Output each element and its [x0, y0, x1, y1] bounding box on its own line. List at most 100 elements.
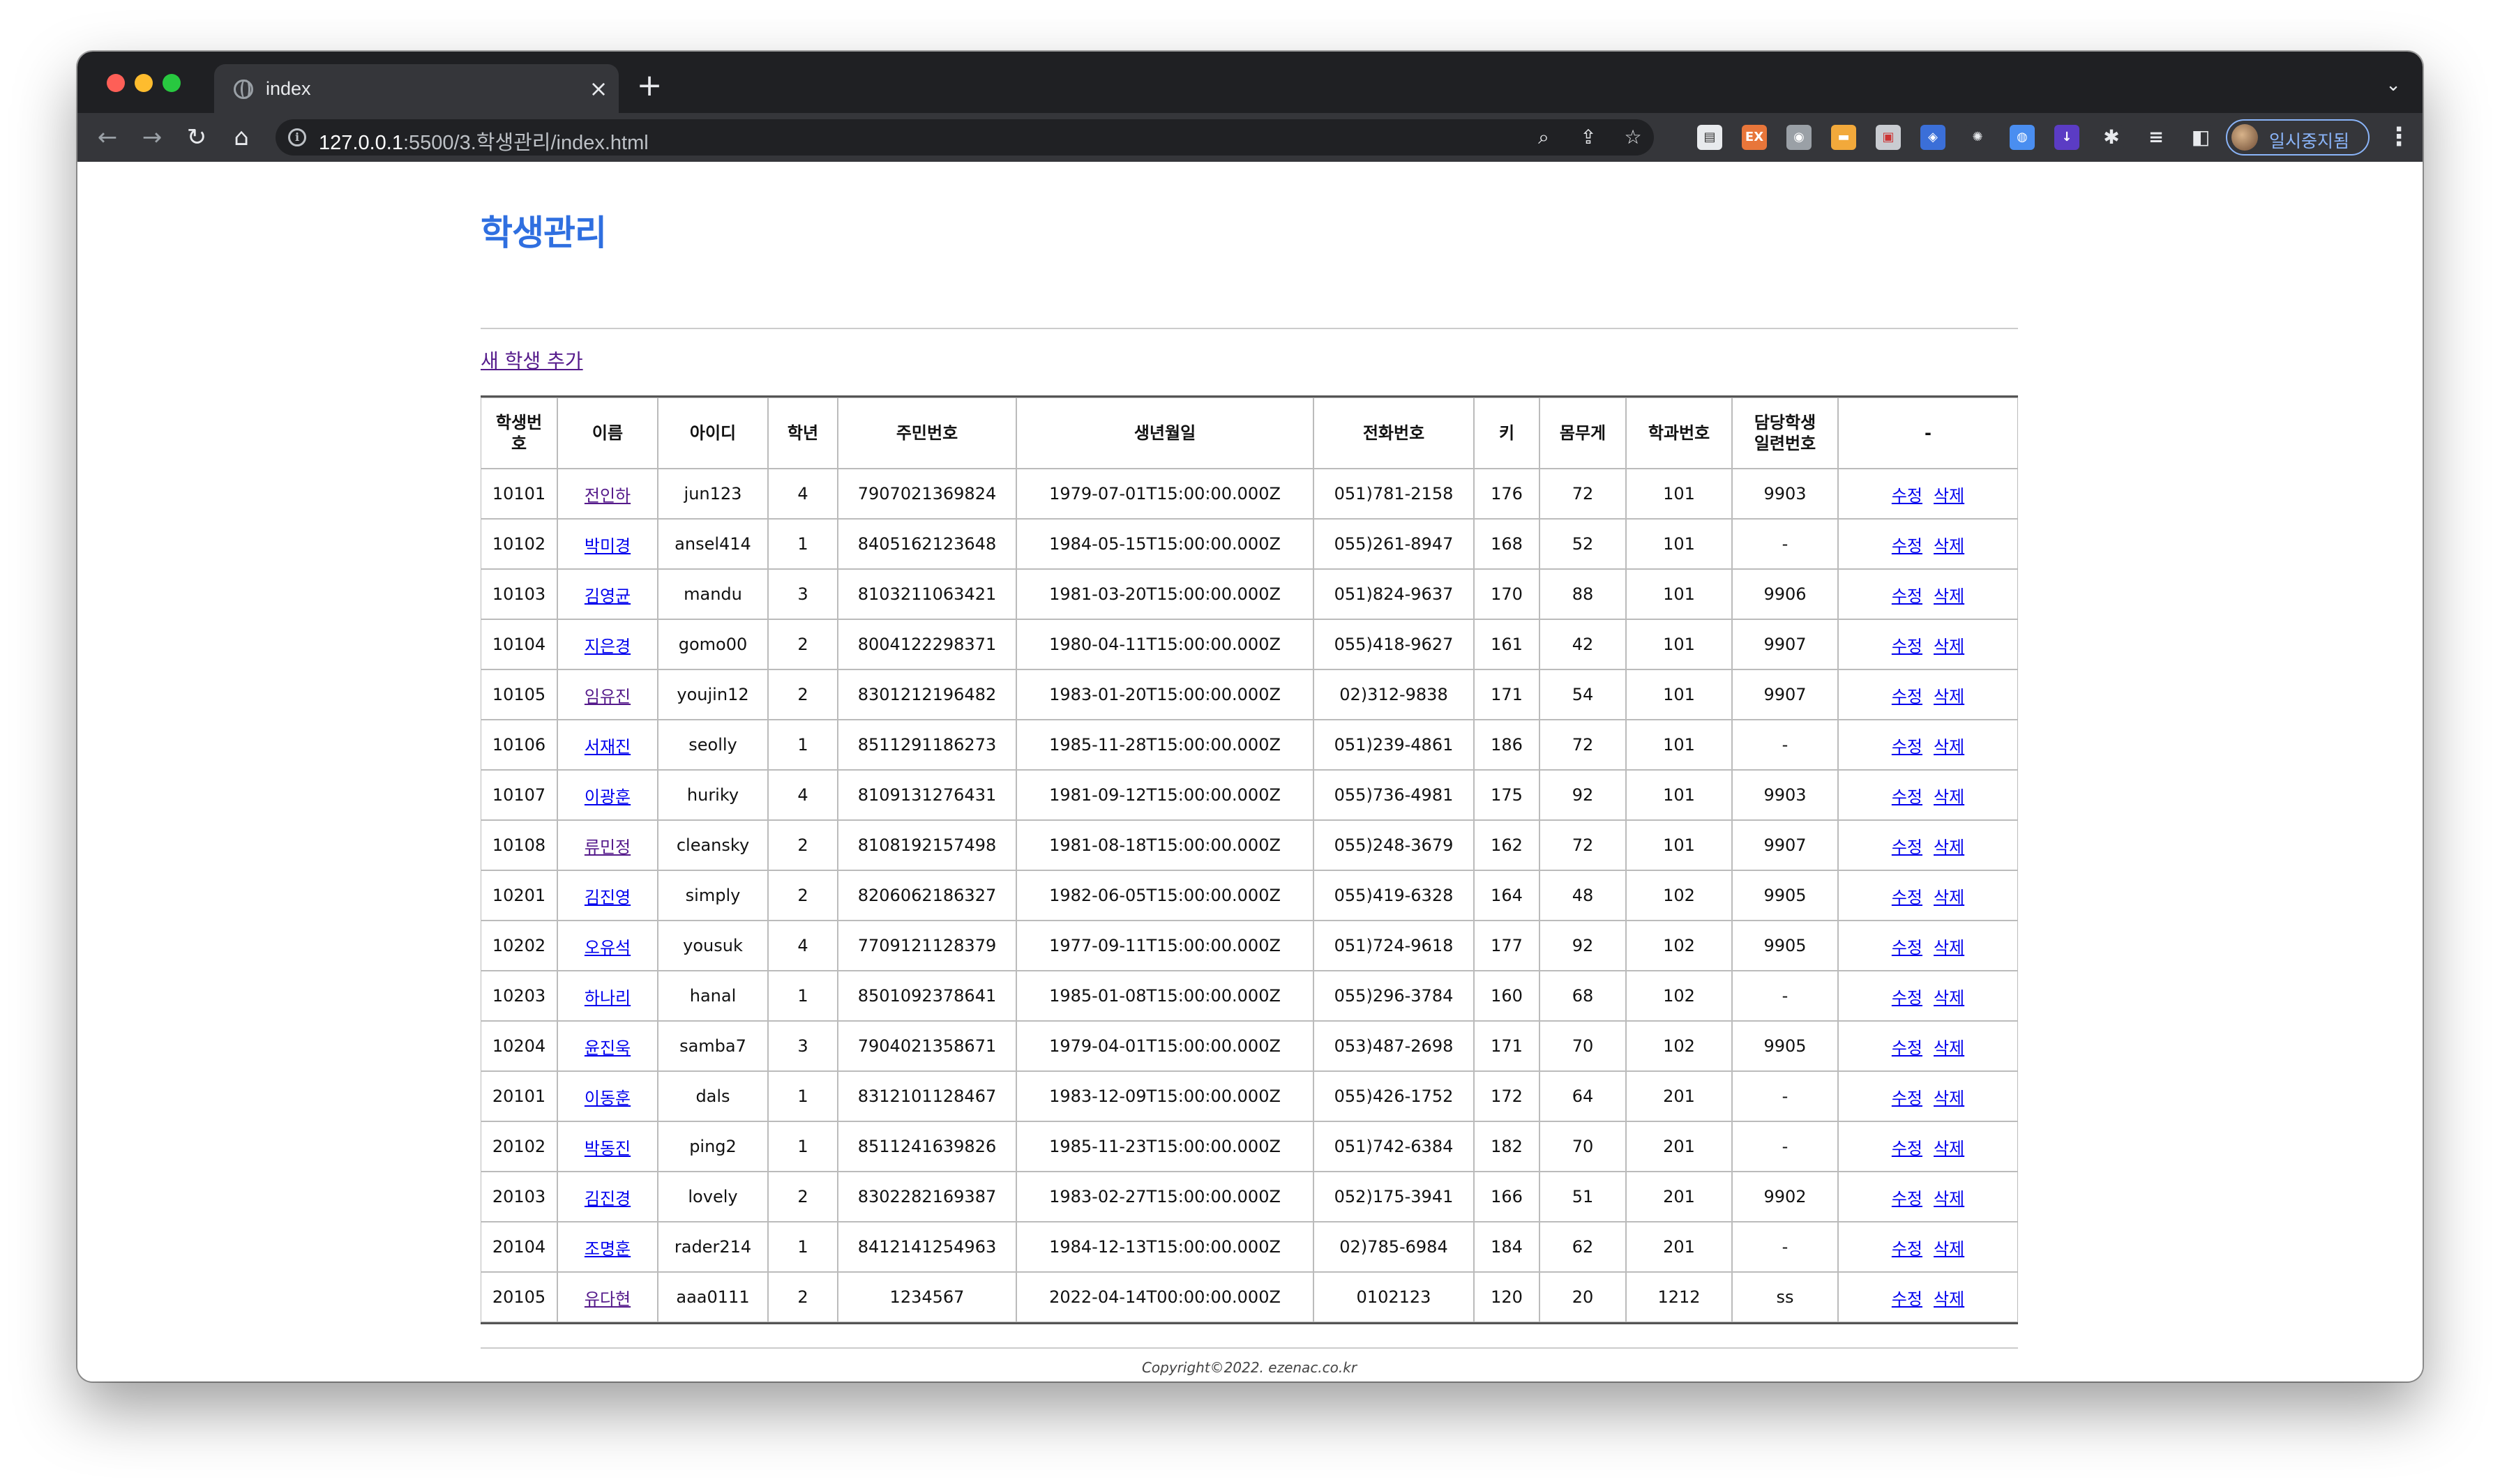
edit-link[interactable]: 수정 [1892, 1289, 1922, 1309]
tab-strip: index × + ⌄ [77, 52, 2423, 113]
extension-icon[interactable]: ▣ [1876, 125, 1901, 150]
edit-link[interactable]: 수정 [1892, 486, 1922, 506]
delete-link[interactable]: 삭제 [1934, 486, 1964, 506]
back-arrow-icon[interactable]: ← [91, 121, 123, 153]
table-cell: 8004122298371 [838, 619, 1016, 669]
extension-icon[interactable]: ◍ [2010, 125, 2035, 150]
edit-link[interactable]: 수정 [1892, 687, 1922, 706]
home-icon[interactable]: ⌂ [225, 121, 257, 153]
student-name-link[interactable]: 박미경 [585, 536, 631, 556]
edit-link[interactable]: 수정 [1892, 1139, 1922, 1158]
student-name-link[interactable]: 오유석 [585, 938, 631, 957]
student-name-link[interactable]: 유다현 [585, 1289, 631, 1309]
student-name-link[interactable]: 류민정 [585, 838, 631, 857]
edit-link[interactable]: 수정 [1892, 988, 1922, 1008]
star-icon[interactable]: ☆ [1620, 125, 1646, 150]
delete-link[interactable]: 삭제 [1934, 938, 1964, 957]
table-cell: 8312101128467 [838, 1071, 1016, 1121]
extension-icon[interactable]: ◈ [1920, 125, 1945, 150]
delete-link[interactable]: 삭제 [1934, 1139, 1964, 1158]
menu-icon[interactable]: ⋮ [2386, 121, 2411, 153]
delete-link[interactable]: 삭제 [1934, 637, 1964, 656]
student-name-link[interactable]: 임유진 [585, 687, 631, 706]
delete-link[interactable]: 삭제 [1934, 988, 1964, 1008]
edit-link[interactable]: 수정 [1892, 1239, 1922, 1259]
edit-link[interactable]: 수정 [1892, 938, 1922, 957]
delete-link[interactable]: 삭제 [1934, 1089, 1964, 1108]
edit-link[interactable]: 수정 [1892, 787, 1922, 807]
edit-link[interactable]: 수정 [1892, 737, 1922, 757]
table-cell: - [1732, 519, 1838, 569]
download-icon[interactable]: ↓ [2054, 125, 2079, 150]
student-name-link[interactable]: 이광훈 [585, 787, 631, 807]
student-name-link[interactable]: 김진영 [585, 888, 631, 907]
student-name-link[interactable]: 박동진 [585, 1139, 631, 1158]
browser-tab[interactable]: index × [214, 64, 619, 113]
student-name-link[interactable]: 서재진 [585, 737, 631, 757]
sidepanel-icon[interactable]: ◧ [2188, 125, 2213, 150]
site-info-icon[interactable]: i [288, 128, 306, 146]
edit-link[interactable]: 수정 [1892, 637, 1922, 656]
share-icon[interactable]: ⇪ [1576, 125, 1601, 150]
table-cell: lovely [658, 1172, 768, 1222]
table-cell: 8302282169387 [838, 1172, 1016, 1222]
student-name-link[interactable]: 김진경 [585, 1189, 631, 1209]
edit-link[interactable]: 수정 [1892, 1189, 1922, 1209]
table-cell: 166 [1474, 1172, 1539, 1222]
table-cell: 102 [1626, 1021, 1732, 1071]
delete-link[interactable]: 삭제 [1934, 687, 1964, 706]
extension-icon[interactable]: ▤ [1697, 125, 1722, 150]
table-cell: 168 [1474, 519, 1539, 569]
table-cell: 8103211063421 [838, 569, 1016, 619]
edit-link[interactable]: 수정 [1892, 1089, 1922, 1108]
tab-search-chevron-icon[interactable]: ⌄ [2381, 73, 2406, 98]
extension-icon[interactable]: ▬ [1831, 125, 1856, 150]
minimize-window-button[interactable] [135, 74, 153, 92]
media-icon[interactable]: ≡ [2144, 125, 2169, 150]
table-cell: 1 [768, 1222, 838, 1272]
actions-cell: 수정 삭제 [1838, 469, 2018, 519]
table-cell: yousuk [658, 921, 768, 971]
delete-link[interactable]: 삭제 [1934, 737, 1964, 757]
address-bar[interactable]: i 127.0.0.1:5500/3.학생관리/index.html ⌕ ⇪ ☆ [276, 119, 1654, 156]
maximize-window-button[interactable] [163, 74, 181, 92]
delete-link[interactable]: 삭제 [1934, 536, 1964, 556]
reload-icon[interactable]: ↻ [181, 121, 213, 153]
zoom-icon[interactable]: ⌕ [1531, 125, 1556, 150]
delete-link[interactable]: 삭제 [1934, 1189, 1964, 1209]
student-name-link[interactable]: 윤진욱 [585, 1038, 631, 1058]
student-name-link[interactable]: 이동훈 [585, 1089, 631, 1108]
forward-arrow-icon[interactable]: → [136, 121, 168, 153]
student-name-link[interactable]: 김영균 [585, 586, 631, 606]
edit-link[interactable]: 수정 [1892, 838, 1922, 857]
delete-link[interactable]: 삭제 [1934, 1038, 1964, 1058]
extension-icon[interactable]: ✺ [1965, 125, 1990, 150]
table-cell: 051)724-9618 [1313, 921, 1474, 971]
delete-link[interactable]: 삭제 [1934, 787, 1964, 807]
profile-button[interactable]: 일시중지됨 [2226, 119, 2370, 156]
table-cell: 0102123 [1313, 1272, 1474, 1322]
delete-link[interactable]: 삭제 [1934, 838, 1964, 857]
delete-link[interactable]: 삭제 [1934, 586, 1964, 606]
url-text[interactable]: 127.0.0.1:5500/3.학생관리/index.html [319, 126, 649, 156]
delete-link[interactable]: 삭제 [1934, 888, 1964, 907]
extension-icon[interactable]: EX [1742, 125, 1767, 150]
edit-link[interactable]: 수정 [1892, 1038, 1922, 1058]
edit-link[interactable]: 수정 [1892, 536, 1922, 556]
puzzle-icon[interactable]: ✱ [2099, 125, 2124, 150]
delete-link[interactable]: 삭제 [1934, 1289, 1964, 1309]
table-cell: samba7 [658, 1021, 768, 1071]
close-tab-icon[interactable]: × [585, 75, 612, 102]
actions-cell: 수정 삭제 [1838, 971, 2018, 1021]
camera-extension-icon[interactable]: ◉ [1786, 125, 1812, 150]
close-window-button[interactable] [107, 74, 125, 92]
add-student-link[interactable]: 새 학생 추가 [481, 346, 583, 374]
edit-link[interactable]: 수정 [1892, 586, 1922, 606]
delete-link[interactable]: 삭제 [1934, 1239, 1964, 1259]
new-tab-button[interactable]: + [635, 70, 663, 101]
student-name-link[interactable]: 하나리 [585, 988, 631, 1008]
edit-link[interactable]: 수정 [1892, 888, 1922, 907]
student-name-link[interactable]: 전인하 [585, 486, 631, 506]
student-name-link[interactable]: 조명훈 [585, 1239, 631, 1259]
student-name-link[interactable]: 지은경 [585, 637, 631, 656]
